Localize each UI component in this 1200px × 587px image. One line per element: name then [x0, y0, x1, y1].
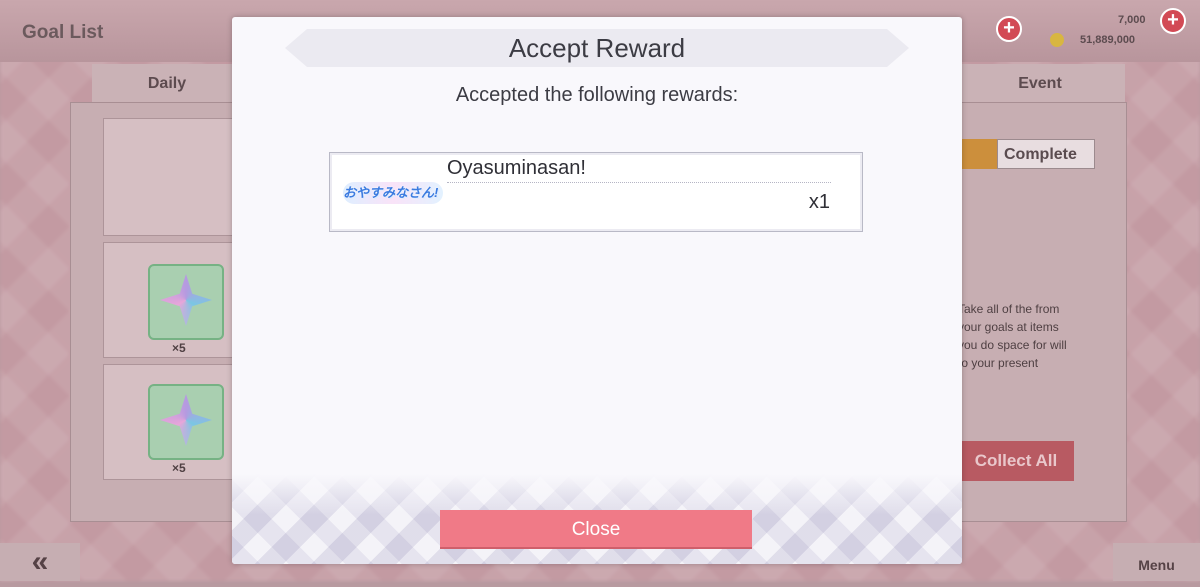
- add-currency-button[interactable]: +: [1160, 8, 1186, 34]
- item-quantity: ×5: [172, 341, 186, 355]
- reward-logo-text: おやすみなさん!: [343, 185, 439, 200]
- accept-reward-dialog: Accept Reward Accepted the following rew…: [232, 17, 962, 564]
- filter-incomplete[interactable]: [960, 139, 997, 169]
- reward-item: おやすみなさん! Oyasuminasan! x1: [329, 152, 863, 232]
- filter-complete[interactable]: Complete: [997, 139, 1095, 169]
- star-icon: [160, 274, 212, 326]
- collect-all-button[interactable]: Collect All: [958, 441, 1074, 481]
- dialog-title: Accept Reward: [508, 33, 686, 63]
- back-button[interactable]: «: [0, 543, 80, 581]
- reward-name: Oyasuminasan!: [447, 157, 586, 179]
- reward-divider: [447, 182, 831, 183]
- currency-top: 7,000: [1118, 14, 1146, 26]
- tab-event[interactable]: Event: [955, 64, 1125, 104]
- reward-quantity: x1: [808, 191, 830, 213]
- close-button[interactable]: Close: [440, 510, 752, 549]
- item-quantity: ×5: [172, 461, 186, 475]
- dialog-subtitle: Accepted the following rewards:: [455, 84, 739, 106]
- tab-daily[interactable]: Daily: [92, 64, 242, 104]
- page-title: Goal List: [22, 22, 104, 43]
- menu-button[interactable]: Menu: [1113, 543, 1200, 581]
- star-icon: [160, 394, 212, 446]
- currency-bottom: 51,889,000: [1080, 34, 1136, 46]
- list-item[interactable]: [103, 118, 239, 236]
- reward-logo-icon: おやすみなさん!: [343, 182, 443, 204]
- add-item-button[interactable]: +: [996, 16, 1022, 42]
- item-icon: [148, 264, 224, 340]
- coin-icon: [1050, 33, 1064, 47]
- item-icon: [148, 384, 224, 460]
- help-text: Take all of the from your goals at items…: [958, 302, 1067, 370]
